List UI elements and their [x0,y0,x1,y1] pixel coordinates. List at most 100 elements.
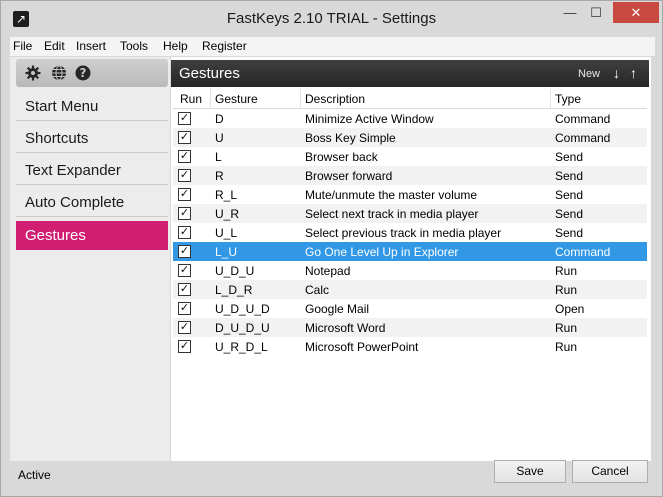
gear-icon[interactable] [25,65,41,81]
close-button[interactable]: ✕ [613,2,659,23]
type-cell: Run [555,340,578,354]
table-row[interactable]: ✓ L_D_R Calc Run [173,280,647,299]
table-row[interactable]: ✓ R_L Mute/unmute the master volume Send [173,185,647,204]
table-row[interactable]: ✓ U_D_U Notepad Run [173,261,647,280]
gesture-cell: D_U_D_U [215,321,270,335]
run-checkbox[interactable]: ✓ [178,131,191,144]
minimize-button[interactable]: — [557,2,583,23]
run-checkbox[interactable]: ✓ [178,264,191,277]
gesture-cell: L_U [215,245,238,259]
cancel-button[interactable]: Cancel [572,460,648,483]
table-row[interactable]: ✓ L_U Go One Level Up in Explorer Command [173,242,647,261]
gesture-cell: R [215,169,224,183]
table-body: ✓ D Minimize Active Window Command ✓ U Boss Ke… [173,109,647,356]
description-cell: Google Mail [305,302,370,316]
description-cell: Go One Level Up in Explorer [305,245,459,259]
gesture-cell: L_D_R [215,283,253,297]
type-cell: Send [555,207,584,221]
save-button[interactable]: Save [494,460,566,483]
description-cell: Minimize Active Window [305,112,434,126]
type-cell: Send [555,226,584,240]
type-cell: Open [555,302,585,316]
description-cell: Browser back [305,150,378,164]
sidebar-item-shortcuts[interactable]: Shortcuts [16,124,168,153]
table-row[interactable]: ✓ D Minimize Active Window Command [173,109,647,128]
panel-title: Gestures [179,65,240,82]
run-checkbox[interactable]: ✓ [178,150,191,163]
sidebar-item-text-expander[interactable]: Text Expander [16,156,168,185]
type-cell: Send [555,188,584,202]
type-cell: Run [555,283,578,297]
run-checkbox[interactable]: ✓ [178,207,191,220]
table-row[interactable]: ✓ U_R Select next track in media player Sen… [173,204,647,223]
gesture-cell: U_L [215,226,238,240]
menu-edit[interactable]: Edit [44,39,65,53]
column-header-type[interactable]: Type [555,92,581,106]
description-cell: Boss Key Simple [305,131,396,145]
gesture-cell: R_L [215,188,238,202]
menu-tools[interactable]: Tools [120,39,148,53]
panel-header: Gestures New ↓ ↑ [171,60,649,87]
move-up-icon[interactable]: ↑ [630,65,637,81]
run-checkbox[interactable]: ✓ [178,340,191,353]
title-bar: ↗ FastKeys 2.10 TRIAL - Settings — ☐ ✕ [1,1,662,37]
maximize-button[interactable]: ☐ [583,2,609,23]
gesture-cell: U [215,131,224,145]
table-row[interactable]: ✓ U_L Select previous track in media playe… [173,223,647,242]
gesture-cell: U_D_U_D [215,302,270,316]
gesture-cell: L [215,150,222,164]
globe-icon[interactable] [51,65,67,81]
table-row[interactable]: ✓ L Browser back Send [173,147,647,166]
type-cell: Send [555,150,584,164]
menu-insert[interactable]: Insert [76,39,106,53]
type-cell: Command [555,245,611,259]
gestures-table: Run Gesture Description Type ✓ D Minimize … [173,89,647,356]
type-cell: Command [555,112,611,126]
table-row[interactable]: ✓ U Boss Key Simple Command [173,128,647,147]
description-cell: Select previous track in media player [305,226,502,240]
settings-window: ↗ FastKeys 2.10 TRIAL - Settings — ☐ ✕ F… [0,0,663,497]
run-checkbox[interactable]: ✓ [178,188,191,201]
run-checkbox[interactable]: ✓ [178,169,191,182]
svg-text:?: ? [80,66,87,80]
run-checkbox[interactable]: ✓ [178,226,191,239]
sidebar-item-gestures[interactable]: Gestures [16,221,168,250]
menu-help[interactable]: Help [163,39,188,53]
description-cell: Microsoft Word [305,321,386,335]
gesture-cell: U_D_U [215,264,255,278]
gestures-panel: Gestures New ↓ ↑ Run Gesture Description… [171,57,651,461]
column-header-gesture[interactable]: Gesture [215,92,258,106]
description-cell: Microsoft PowerPoint [305,340,419,354]
new-button[interactable]: New [578,68,600,80]
run-checkbox[interactable]: ✓ [178,302,191,315]
menu-file[interactable]: File [13,39,32,53]
menu-register[interactable]: Register [202,39,247,53]
description-cell: Select next track in media player [305,207,479,221]
move-down-icon[interactable]: ↓ [613,65,620,81]
help-icon[interactable]: ? [75,65,91,81]
table-row[interactable]: ✓ R Browser forward Send [173,166,647,185]
sidebar-toolbar: ? [16,59,168,87]
table-row[interactable]: ✓ U_D_U_D Google Mail Open [173,299,647,318]
type-cell: Send [555,169,584,183]
table-row[interactable]: ✓ U_R_D_L Microsoft PowerPoint Run [173,337,647,356]
run-checkbox[interactable]: ✓ [178,283,191,296]
menu-bar: File Edit Insert Tools Help Register [10,37,655,56]
type-cell: Command [555,131,611,145]
run-checkbox[interactable]: ✓ [178,245,191,258]
column-header-description[interactable]: Description [305,92,365,106]
gesture-cell: D [215,112,224,126]
description-cell: Browser forward [305,169,393,183]
description-cell: Calc [305,283,330,297]
run-checkbox[interactable]: ✓ [178,112,191,125]
description-cell: Mute/unmute the master volume [305,188,478,202]
table-header: Run Gesture Description Type [173,89,647,109]
table-row[interactable]: ✓ D_U_D_U Microsoft Word Run [173,318,647,337]
sidebar: ? Start Menu Shortcuts Text Expander Aut… [10,57,170,461]
column-header-run[interactable]: Run [180,92,202,106]
sidebar-item-auto-complete[interactable]: Auto Complete [16,188,168,217]
type-cell: Run [555,321,578,335]
sidebar-item-start-menu[interactable]: Start Menu [16,92,168,121]
run-checkbox[interactable]: ✓ [178,321,191,334]
gesture-cell: U_R_D_L [215,340,268,354]
